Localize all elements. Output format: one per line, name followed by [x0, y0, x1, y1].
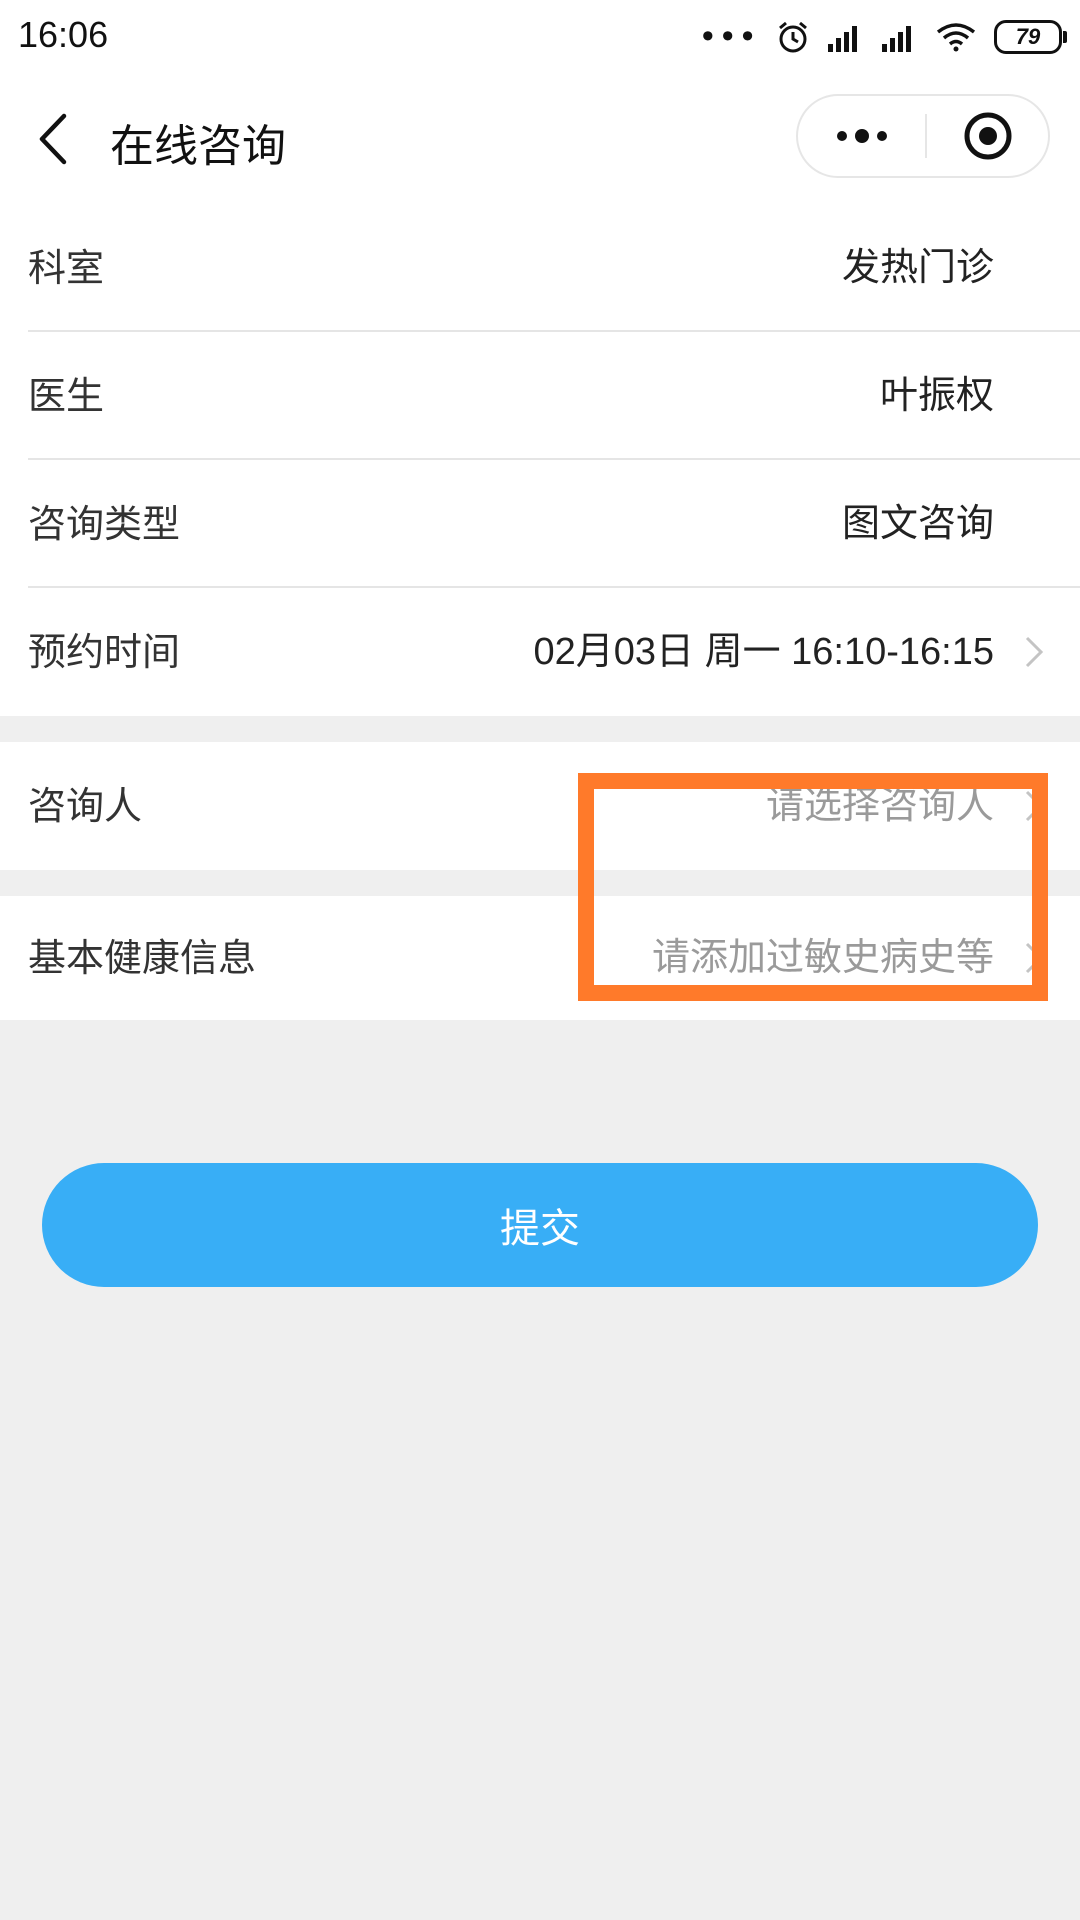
- appointment-time-row[interactable]: 预约时间 02月03日 周一 16:10-16:15: [0, 588, 1080, 716]
- notification-dots-icon: •••: [698, 18, 758, 56]
- chevron-left-icon: [39, 113, 67, 165]
- submit-button[interactable]: 提交: [42, 1163, 1038, 1287]
- health-info-label: 基本健康信息: [28, 936, 257, 980]
- more-button[interactable]: [798, 96, 925, 176]
- appointment-time-value: 02月03日 周一 16:10-16:15: [533, 631, 995, 673]
- status-bar: 16:06 ••• 79: [0, 0, 1080, 74]
- status-time: 16:06: [18, 14, 109, 55]
- doctor-value: 叶振权: [879, 375, 994, 417]
- signal-icon: [882, 26, 911, 52]
- department-row: 科室 发热门诊: [0, 204, 1080, 332]
- consult-info-group: 科室 发热门诊 医生 叶振权 咨询类型 图文咨询 预约时间 02月03日 周一 …: [0, 204, 1080, 716]
- consultant-label: 咨询人: [28, 784, 143, 828]
- appointment-time-label: 预约时间: [28, 630, 181, 674]
- department-value: 发热门诊: [841, 247, 994, 289]
- consult-type-row: 咨询类型 图文咨询: [0, 460, 1080, 588]
- target-close-icon: [964, 112, 1011, 160]
- status-icons: ••• 79: [698, 14, 1067, 60]
- doctor-row: 医生 叶振权: [0, 332, 1080, 460]
- consult-type-label: 咨询类型: [28, 502, 181, 546]
- chevron-right-icon: [1025, 636, 1044, 668]
- highlight-annotation-box: [578, 773, 1048, 1001]
- close-button[interactable]: [927, 96, 1048, 176]
- battery-icon: 79: [994, 20, 1067, 54]
- alarm-icon: [779, 21, 807, 53]
- mini-program-capsule: [796, 94, 1050, 178]
- signal-icon: [828, 26, 857, 52]
- doctor-label: 医生: [28, 374, 105, 418]
- navigation-bar: 在线咨询: [0, 74, 1080, 204]
- consult-type-value: 图文咨询: [841, 503, 994, 545]
- back-button[interactable]: [26, 104, 86, 174]
- more-icon: [836, 129, 887, 143]
- wifi-icon: [936, 23, 976, 52]
- page-title: 在线咨询: [110, 121, 286, 172]
- department-label: 科室: [28, 246, 105, 290]
